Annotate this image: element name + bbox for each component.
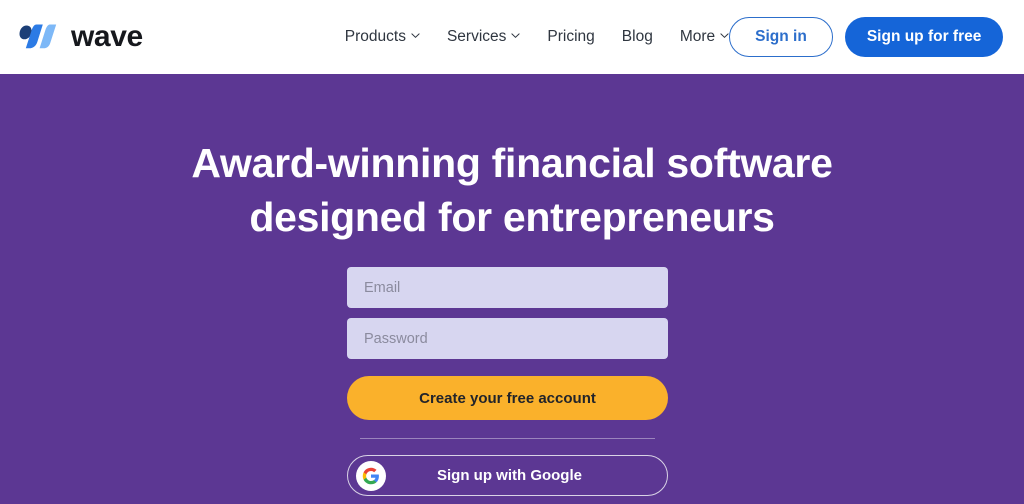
google-signup-label: Sign up with Google xyxy=(437,467,582,484)
chevron-down-icon xyxy=(720,31,729,40)
signup-form: Create your free account Sign up with Go… xyxy=(347,267,668,496)
nav-item-blog[interactable]: Blog xyxy=(622,28,653,46)
main-navigation: Products Services Pricing Blog More xyxy=(345,28,729,46)
brand-logo[interactable]: wave xyxy=(16,20,143,54)
brand-name: wave xyxy=(71,20,143,53)
page-title: Award-winning financial software designe… xyxy=(0,136,1024,244)
chevron-down-icon xyxy=(411,31,420,40)
nav-item-label: Products xyxy=(344,28,406,45)
wave-logo-icon xyxy=(16,20,62,54)
hero-section: Award-winning financial software designe… xyxy=(0,74,1024,504)
nav-item-label: Pricing xyxy=(547,28,595,45)
site-header: wave Products Services Pricing Blog More… xyxy=(0,0,1024,74)
nav-item-products[interactable]: Products xyxy=(345,28,420,46)
nav-item-pricing[interactable]: Pricing xyxy=(547,28,594,46)
header-actions: Sign in Sign up for free xyxy=(729,16,1004,58)
email-field[interactable] xyxy=(347,267,668,308)
chevron-down-icon xyxy=(511,31,521,40)
nav-item-more[interactable]: More xyxy=(680,28,729,46)
headline-line-2: designed for entrepreneurs xyxy=(249,194,775,241)
google-signup-button[interactable]: Sign up with Google xyxy=(347,455,668,496)
sign-up-button[interactable]: Sign up for free xyxy=(844,16,1004,58)
sign-in-button[interactable]: Sign in xyxy=(729,17,833,57)
nav-item-label: Blog xyxy=(621,28,653,45)
nav-item-services[interactable]: Services xyxy=(446,28,521,46)
form-divider xyxy=(360,438,655,439)
nav-item-label: Services xyxy=(446,28,507,45)
headline-line-1: Award-winning financial software xyxy=(191,140,833,186)
google-g-icon xyxy=(356,460,386,491)
nav-item-label: More xyxy=(679,28,716,45)
create-account-button[interactable]: Create your free account xyxy=(347,376,668,420)
password-field[interactable] xyxy=(347,318,668,359)
page-root: wave Products Services Pricing Blog More… xyxy=(0,0,1024,504)
